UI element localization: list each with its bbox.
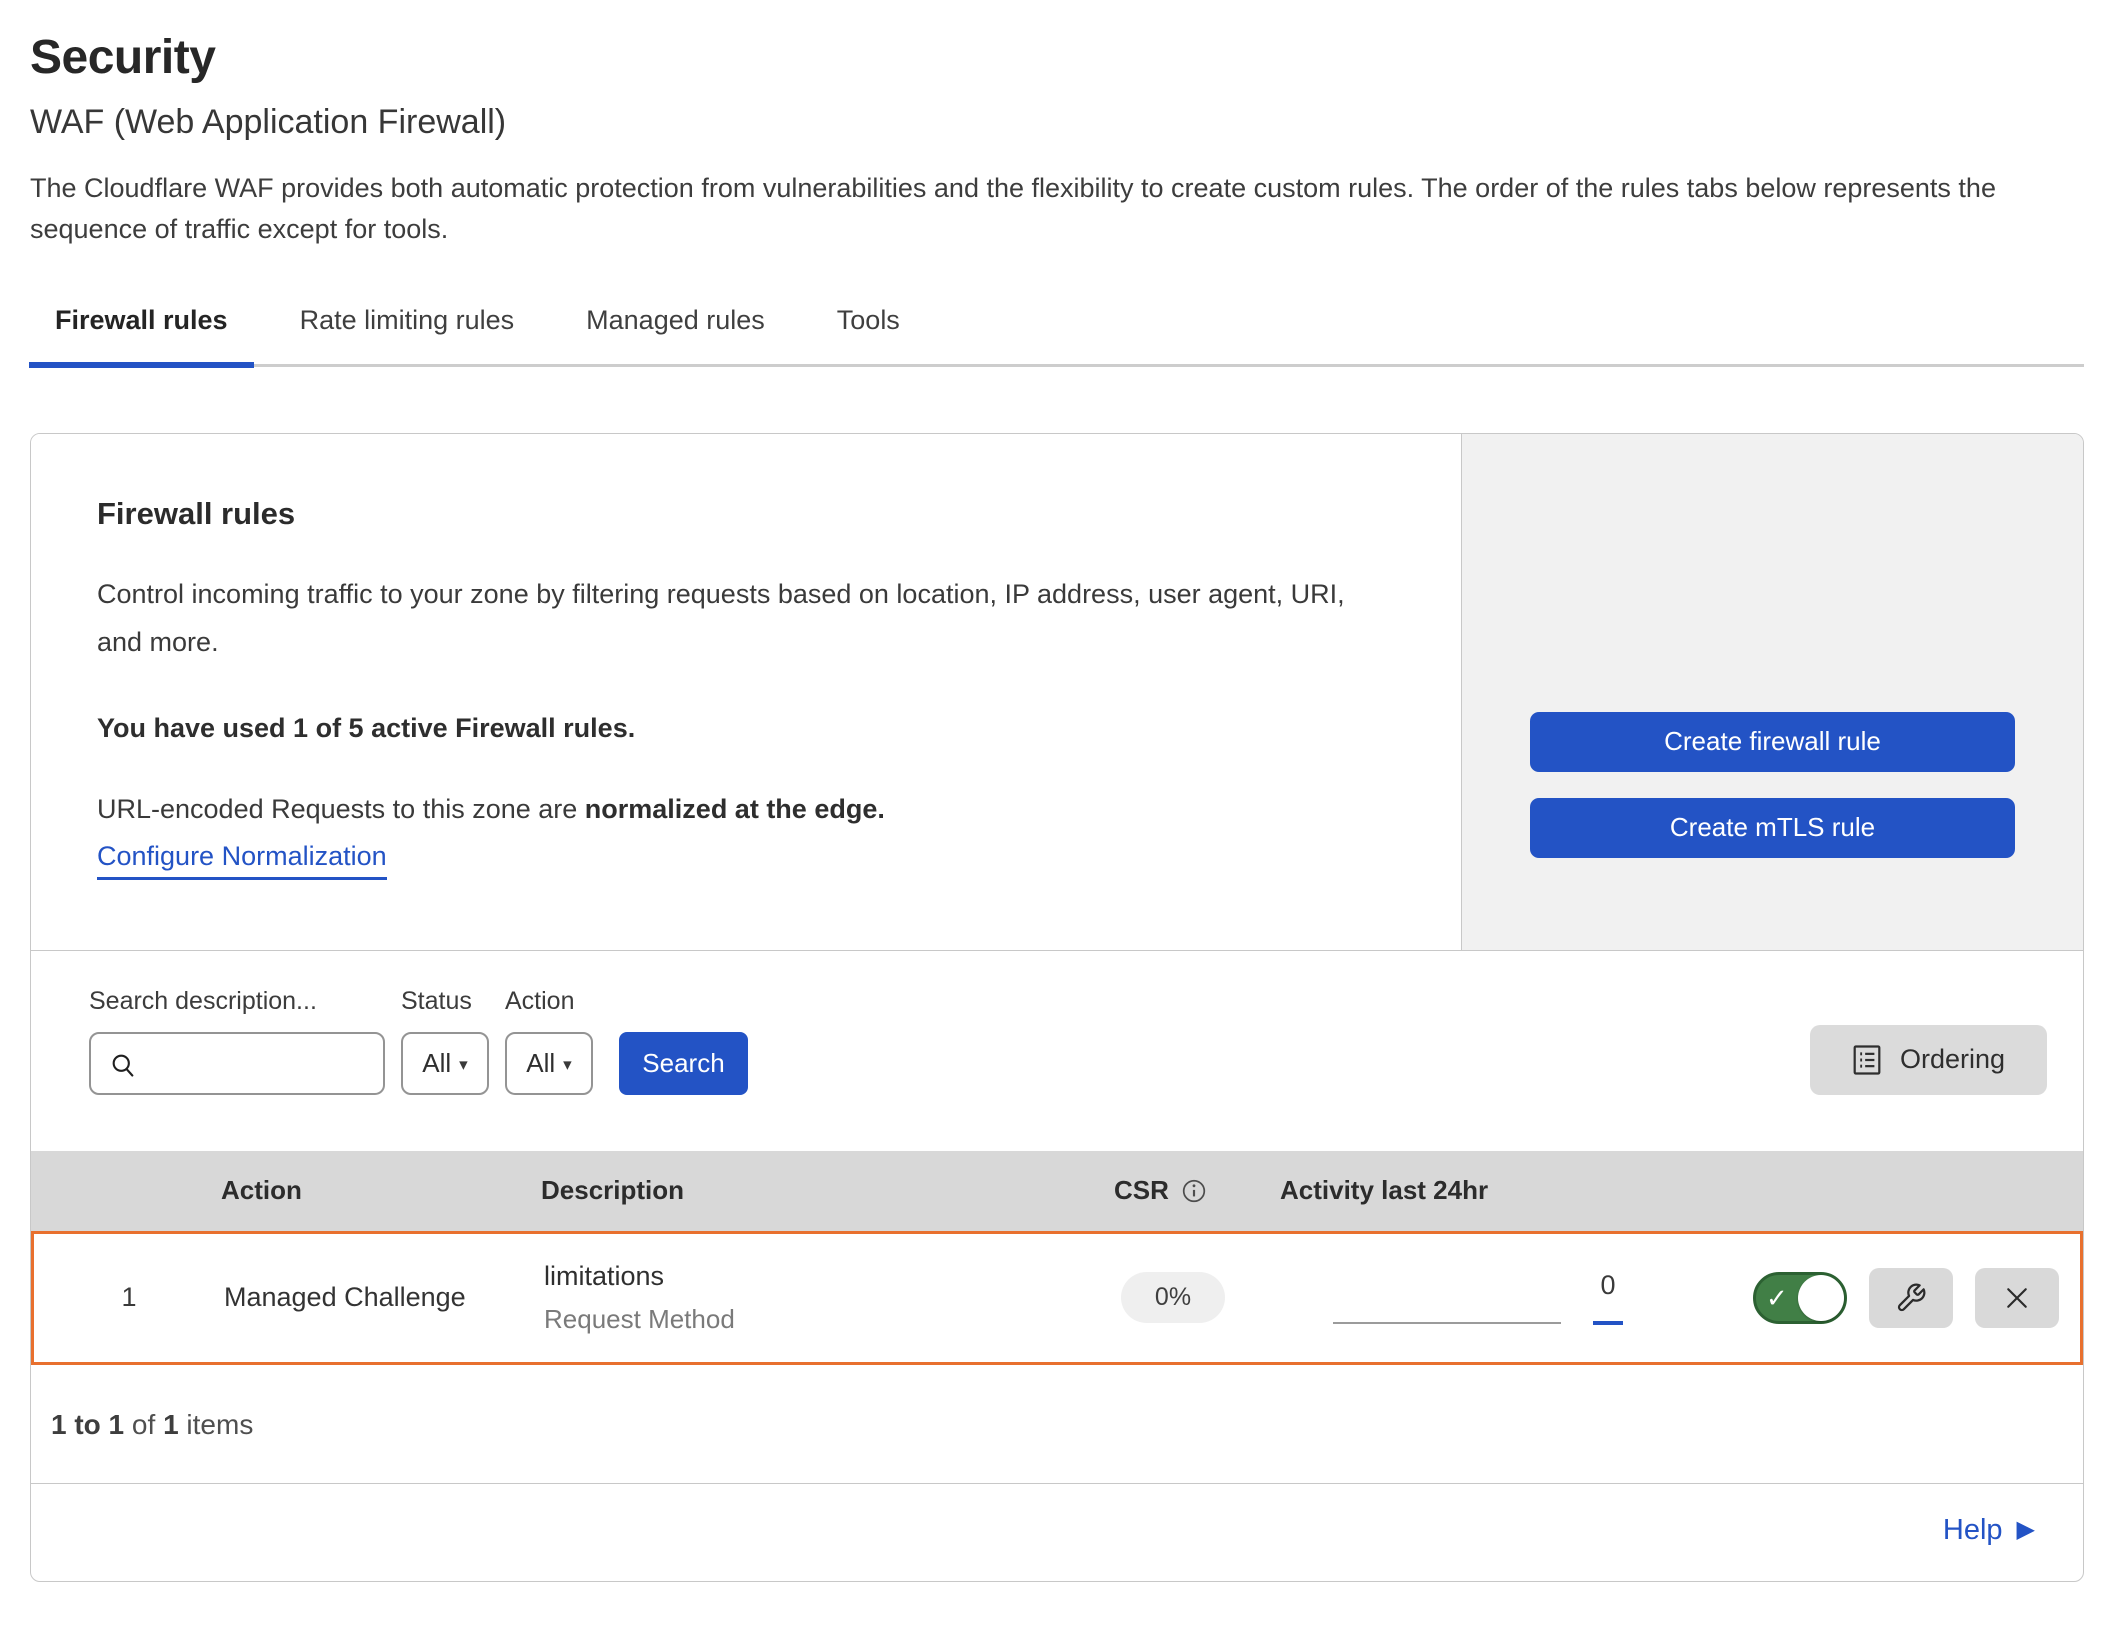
help-link[interactable]: Help ▶ xyxy=(1943,1514,2035,1547)
pagination-total: 1 xyxy=(163,1409,179,1440)
page-description: The Cloudflare WAF provides both automat… xyxy=(30,168,2084,249)
search-filter-group: Search description... xyxy=(89,987,385,1095)
help-arrow-icon: ▶ xyxy=(2017,1518,2035,1542)
tab-tools[interactable]: Tools xyxy=(811,299,926,364)
firewall-rules-card: Firewall rules Control incoming traffic … xyxy=(30,433,2084,1582)
tab-rate-limiting-rules[interactable]: Rate limiting rules xyxy=(274,299,541,364)
page-subtitle: WAF (Web Application Firewall) xyxy=(30,103,2084,142)
close-icon xyxy=(2002,1283,2032,1313)
overview-description: Control incoming traffic to your zone by… xyxy=(97,570,1391,667)
rule-description-cell: limitations Request Method xyxy=(544,1261,1089,1335)
overview-heading: Firewall rules xyxy=(97,496,1391,532)
table-header: Action Description CSR Activity last 24h… xyxy=(31,1151,2083,1231)
pagination-of: of xyxy=(124,1409,163,1440)
rule-activity-cell: 0 xyxy=(1257,1234,1747,1362)
csr-badge: 0% xyxy=(1121,1272,1225,1323)
action-filter-group: Action All ▾ xyxy=(505,987,593,1095)
tab-managed-rules[interactable]: Managed rules xyxy=(560,299,791,364)
ordering-button-label: Ordering xyxy=(1900,1044,2005,1075)
toggle-knob xyxy=(1798,1275,1844,1321)
actions-panel: Create firewall rule Create mTLS rule xyxy=(1461,434,2083,950)
action-select-value: All xyxy=(526,1048,555,1079)
search-button[interactable]: Search xyxy=(619,1032,748,1095)
action-select[interactable]: All ▾ xyxy=(505,1032,593,1095)
filter-bar: Search description... Status All ▾ Actio… xyxy=(31,951,2083,1151)
rule-controls: ✓ xyxy=(1747,1268,2080,1328)
info-icon[interactable] xyxy=(1181,1178,1207,1204)
overview-section: Firewall rules Control incoming traffic … xyxy=(31,434,2083,951)
rule-enabled-toggle[interactable]: ✓ xyxy=(1753,1272,1847,1324)
header-activity: Activity last 24hr xyxy=(1254,1175,1744,1206)
waf-tabs: Firewall rules Rate limiting rules Manag… xyxy=(30,299,2084,367)
create-mtls-rule-button[interactable]: Create mTLS rule xyxy=(1530,798,2015,858)
wrench-icon xyxy=(1895,1282,1927,1314)
status-select[interactable]: All ▾ xyxy=(401,1032,489,1095)
activity-count-link[interactable]: 0 xyxy=(1593,1270,1623,1325)
check-icon: ✓ xyxy=(1766,1285,1788,1311)
header-csr-label: CSR xyxy=(1114,1175,1169,1206)
header-action: Action xyxy=(221,1175,541,1206)
delete-rule-button[interactable] xyxy=(1975,1268,2059,1328)
normalization-text: URL-encoded Requests to this zone are no… xyxy=(97,794,1391,825)
status-filter-group: Status All ▾ xyxy=(401,987,489,1095)
rule-description: limitations xyxy=(544,1261,1089,1292)
search-label: Search description... xyxy=(89,987,385,1016)
rule-csr-cell: 0% xyxy=(1089,1272,1257,1323)
activity-sparkline xyxy=(1333,1322,1561,1324)
chevron-down-icon: ▾ xyxy=(563,1051,572,1075)
rule-expression: Request Method xyxy=(544,1304,1089,1335)
pagination-items: items xyxy=(179,1409,254,1440)
rule-action: Managed Challenge xyxy=(224,1282,544,1313)
normalization-bold: normalized at the edge. xyxy=(585,794,885,824)
pagination-summary: 1 to 1 of 1 items xyxy=(31,1365,2083,1483)
status-label: Status xyxy=(401,987,489,1016)
action-label: Action xyxy=(505,987,593,1016)
header-description: Description xyxy=(541,1175,1086,1206)
tab-firewall-rules[interactable]: Firewall rules xyxy=(29,299,254,368)
pagination-range: 1 to 1 xyxy=(51,1409,124,1440)
rule-priority: 1 xyxy=(34,1282,224,1313)
search-icon xyxy=(109,1051,137,1079)
edit-rule-button[interactable] xyxy=(1869,1268,1953,1328)
ordering-button[interactable]: Ordering xyxy=(1810,1025,2047,1095)
ordering-list-icon xyxy=(1852,1044,1882,1076)
usage-text: You have used 1 of 5 active Firewall rul… xyxy=(97,713,1391,744)
chevron-down-icon: ▾ xyxy=(459,1051,468,1075)
activity-count-value: 0 xyxy=(1600,1270,1615,1301)
firewall-rule-row: 1 Managed Challenge limitations Request … xyxy=(31,1231,2083,1365)
header-csr: CSR xyxy=(1086,1175,1254,1206)
search-box xyxy=(89,1032,385,1095)
page-title: Security xyxy=(30,30,2084,85)
overview-content: Firewall rules Control incoming traffic … xyxy=(31,434,1461,950)
security-waf-page: Security WAF (Web Application Firewall) … xyxy=(0,0,2114,1628)
normalization-prefix: URL-encoded Requests to this zone are xyxy=(97,794,585,824)
status-select-value: All xyxy=(422,1048,451,1079)
activity-count-underline xyxy=(1593,1321,1623,1325)
help-row: Help ▶ xyxy=(31,1483,2083,1581)
help-label: Help xyxy=(1943,1514,2003,1547)
configure-normalization-link[interactable]: Configure Normalization xyxy=(97,841,387,880)
create-firewall-rule-button[interactable]: Create firewall rule xyxy=(1530,712,2015,772)
